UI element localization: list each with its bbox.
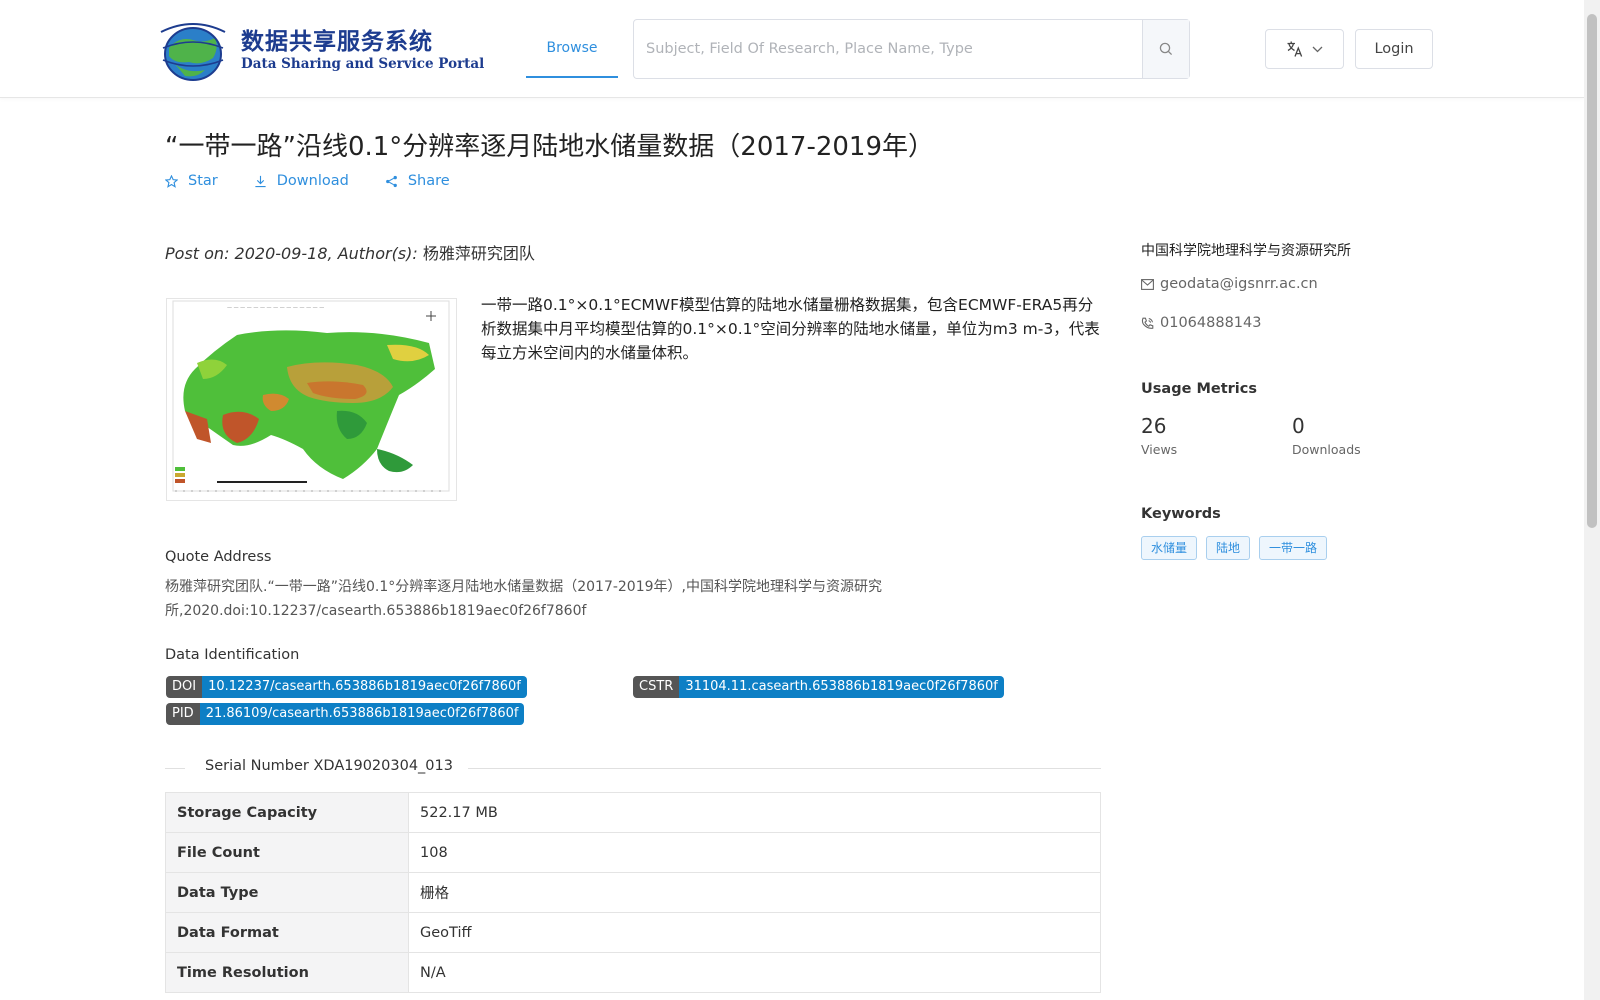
search-icon <box>1159 42 1173 56</box>
post-info: Post on: 2020-09-18, Author(s): 杨雅萍研究团队 <box>165 240 535 264</box>
table-value-cell: GeoTiff <box>408 912 1101 953</box>
dataset-actions: Star Download Share <box>165 173 450 189</box>
login-button[interactable]: Login <box>1355 29 1433 69</box>
views-label: Views <box>1141 442 1178 457</box>
table-key-cell: Data Format <box>165 912 409 953</box>
table-key-cell: File Count <box>165 832 409 873</box>
chevron-down-icon <box>1312 46 1323 52</box>
pid-badge[interactable]: PID 21.86109/casearth.653886b1819aec0f26… <box>166 703 525 725</box>
downloads-count: 0 <box>1292 414 1305 438</box>
cstr-key: CSTR <box>633 676 680 698</box>
dataset-title: “一带一路”沿线0.1°分辨率逐月陆地水储量数据（2017-2019年） <box>165 132 935 162</box>
doi-key: DOI <box>166 676 203 698</box>
table-row: Data Type 栅格 <box>165 872 1101 913</box>
translate-icon <box>1287 41 1303 57</box>
table-row: Data Format GeoTiff <box>165 912 1101 953</box>
table-value-cell: N/A <box>408 952 1101 993</box>
search-input[interactable] <box>634 20 1142 78</box>
table-key-cell: Data Type <box>165 872 409 913</box>
share-button[interactable]: Share <box>385 173 450 189</box>
doi-value: 10.12237/casearth.653886b1819aec0f26f786… <box>202 676 527 698</box>
data-identification-heading: Data Identification <box>165 647 300 663</box>
quote-address-text: 杨雅萍研究团队.“一带一路”沿线0.1°分辨率逐月陆地水储量数据（2017-20… <box>165 579 882 619</box>
phone-icon <box>1141 317 1154 329</box>
keywords-heading: Keywords <box>1141 506 1221 522</box>
logo-title-en: Data Sharing and Service Portal <box>241 56 485 72</box>
doi-badge[interactable]: DOI 10.12237/casearth.653886b1819aec0f26… <box>166 676 527 698</box>
keyword-tag[interactable]: 一带一路 <box>1259 536 1328 560</box>
mail-icon <box>1141 278 1154 290</box>
table-row: Storage Capacity 522.17 MB <box>165 792 1101 833</box>
cstr-value: 31104.11.casearth.653886b1819aec0f26f786… <box>679 676 1004 698</box>
star-label: Star <box>188 173 218 189</box>
download-label: Download <box>276 173 349 189</box>
phone-text: 01064888143 <box>1160 315 1262 331</box>
pid-value: 21.86109/casearth.653886b1819aec0f26f786… <box>199 703 525 725</box>
download-button[interactable]: Download <box>254 173 349 189</box>
table-value-cell: 栅格 <box>408 872 1101 913</box>
usage-metrics-heading: Usage Metrics <box>1141 381 1257 397</box>
metadata-table: Storage Capacity 522.17 MB File Count 10… <box>165 792 1101 993</box>
table-value-cell: 522.17 MB <box>408 792 1101 833</box>
cstr-badge[interactable]: CSTR 31104.11.casearth.653886b1819aec0f2… <box>633 676 1004 698</box>
table-key-cell: Storage Capacity <box>165 792 409 833</box>
author-name: 杨雅萍研究团队 <box>422 244 535 263</box>
quote-address-heading: Quote Address <box>165 549 272 565</box>
pid-key: PID <box>166 703 200 725</box>
svg-text:— — — — — — — — — — — — — — —: — — — — — — — — — — — — — — — <box>227 305 324 311</box>
post-date: Post on: 2020-09-18, Author(s): <box>165 244 418 263</box>
scrollbar-thumb[interactable] <box>1587 14 1597 528</box>
globe-logo-icon <box>160 23 226 81</box>
share-label: Share <box>407 173 450 189</box>
table-value-cell: 108 <box>408 832 1101 873</box>
keyword-tag[interactable]: 水储量 <box>1141 536 1198 560</box>
share-icon <box>385 175 397 187</box>
download-icon <box>255 175 266 187</box>
keyword-tags: 水储量 陆地 一带一路 <box>1141 536 1328 560</box>
star-icon <box>165 174 178 188</box>
dataset-thumbnail-map[interactable]: — — — — — — — — — — — — — — — <box>166 298 457 501</box>
views-count: 26 <box>1141 414 1167 438</box>
top-navigation-bar: 数据共享服务系统 Data Sharing and Service Portal… <box>0 0 1584 98</box>
table-row: Time Resolution N/A <box>165 952 1101 993</box>
dataset-abstract: 一带一路0.1°×0.1°ECMWF模型估算的陆地水储量栅格数据集，包含ECMW… <box>481 296 1100 362</box>
serial-number: Serial Number XDA19020304_013 <box>205 758 453 774</box>
table-row: File Count 108 <box>165 832 1101 873</box>
contact-email[interactable]: geodata@igsnrr.ac.cn <box>1141 276 1318 292</box>
logo-title-cn: 数据共享服务系统 <box>241 29 433 55</box>
portal-logo[interactable]: 数据共享服务系统 Data Sharing and Service Portal <box>153 18 484 82</box>
table-key-cell: Time Resolution <box>165 952 409 993</box>
language-switcher[interactable] <box>1265 29 1344 69</box>
downloads-label: Downloads <box>1292 442 1361 457</box>
email-text: geodata@igsnrr.ac.cn <box>1160 276 1318 292</box>
keyword-tag[interactable]: 陆地 <box>1206 536 1251 560</box>
search-button[interactable] <box>1142 20 1189 78</box>
contact-phone: 01064888143 <box>1141 315 1261 331</box>
star-button[interactable]: Star <box>165 173 218 189</box>
land-water-storage-map-image: — — — — — — — — — — — — — — — <box>172 300 450 492</box>
nav-browse-tab[interactable]: Browse <box>526 0 618 78</box>
organization-name: 中国科学院地理科学与资源研究所 <box>1141 243 1351 259</box>
search-box <box>633 19 1190 79</box>
page-scrollbar[interactable] <box>1584 0 1600 1000</box>
